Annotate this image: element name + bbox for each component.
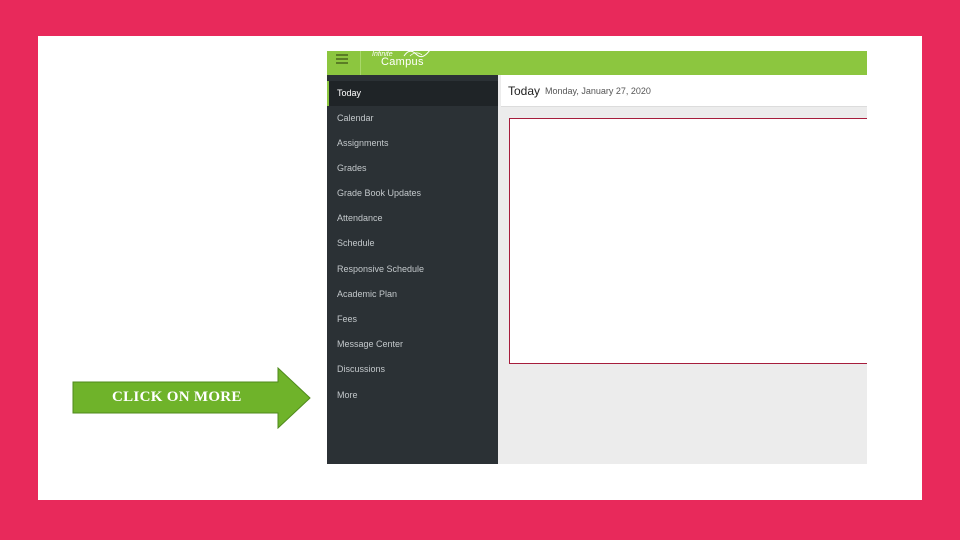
sidebar-item-more[interactable]: More [327, 383, 498, 408]
sidebar-item-calendar[interactable]: Calendar [327, 106, 498, 131]
sidebar-item-grade-book-updates[interactable]: Grade Book Updates [327, 181, 498, 206]
page-header: Today Monday, January 27, 2020 [501, 75, 867, 107]
sidebar-item-schedule[interactable]: Schedule [327, 231, 498, 256]
sidebar-item-attendance[interactable]: Attendance [327, 206, 498, 231]
callout-label: CLICK ON MORE [112, 389, 242, 405]
sidebar-item-responsive-schedule[interactable]: Responsive Schedule [327, 257, 498, 282]
sidebar-item-discussions[interactable]: Discussions [327, 357, 498, 382]
app-window: Infinite Campus Today Calendar Assignmen… [327, 51, 867, 464]
sidebar-item-assignments[interactable]: Assignments [327, 131, 498, 156]
sidebar-item-academic-plan[interactable]: Academic Plan [327, 282, 498, 307]
topbar-divider [360, 51, 361, 75]
sidebar-item-message-center[interactable]: Message Center [327, 332, 498, 357]
sidebar-item-today[interactable]: Today [327, 81, 498, 106]
top-bar: Infinite Campus [327, 51, 867, 75]
sidebar-nav: Today Calendar Assignments Grades Grade … [327, 75, 498, 464]
hamburger-menu-icon[interactable] [336, 54, 348, 64]
content-highlight-box [509, 118, 867, 364]
sidebar-item-fees[interactable]: Fees [327, 307, 498, 332]
logo-swoosh-icon [403, 51, 430, 58]
page-date: Monday, January 27, 2020 [545, 86, 651, 96]
sidebar-item-grades[interactable]: Grades [327, 156, 498, 181]
page-title: Today [508, 84, 541, 98]
